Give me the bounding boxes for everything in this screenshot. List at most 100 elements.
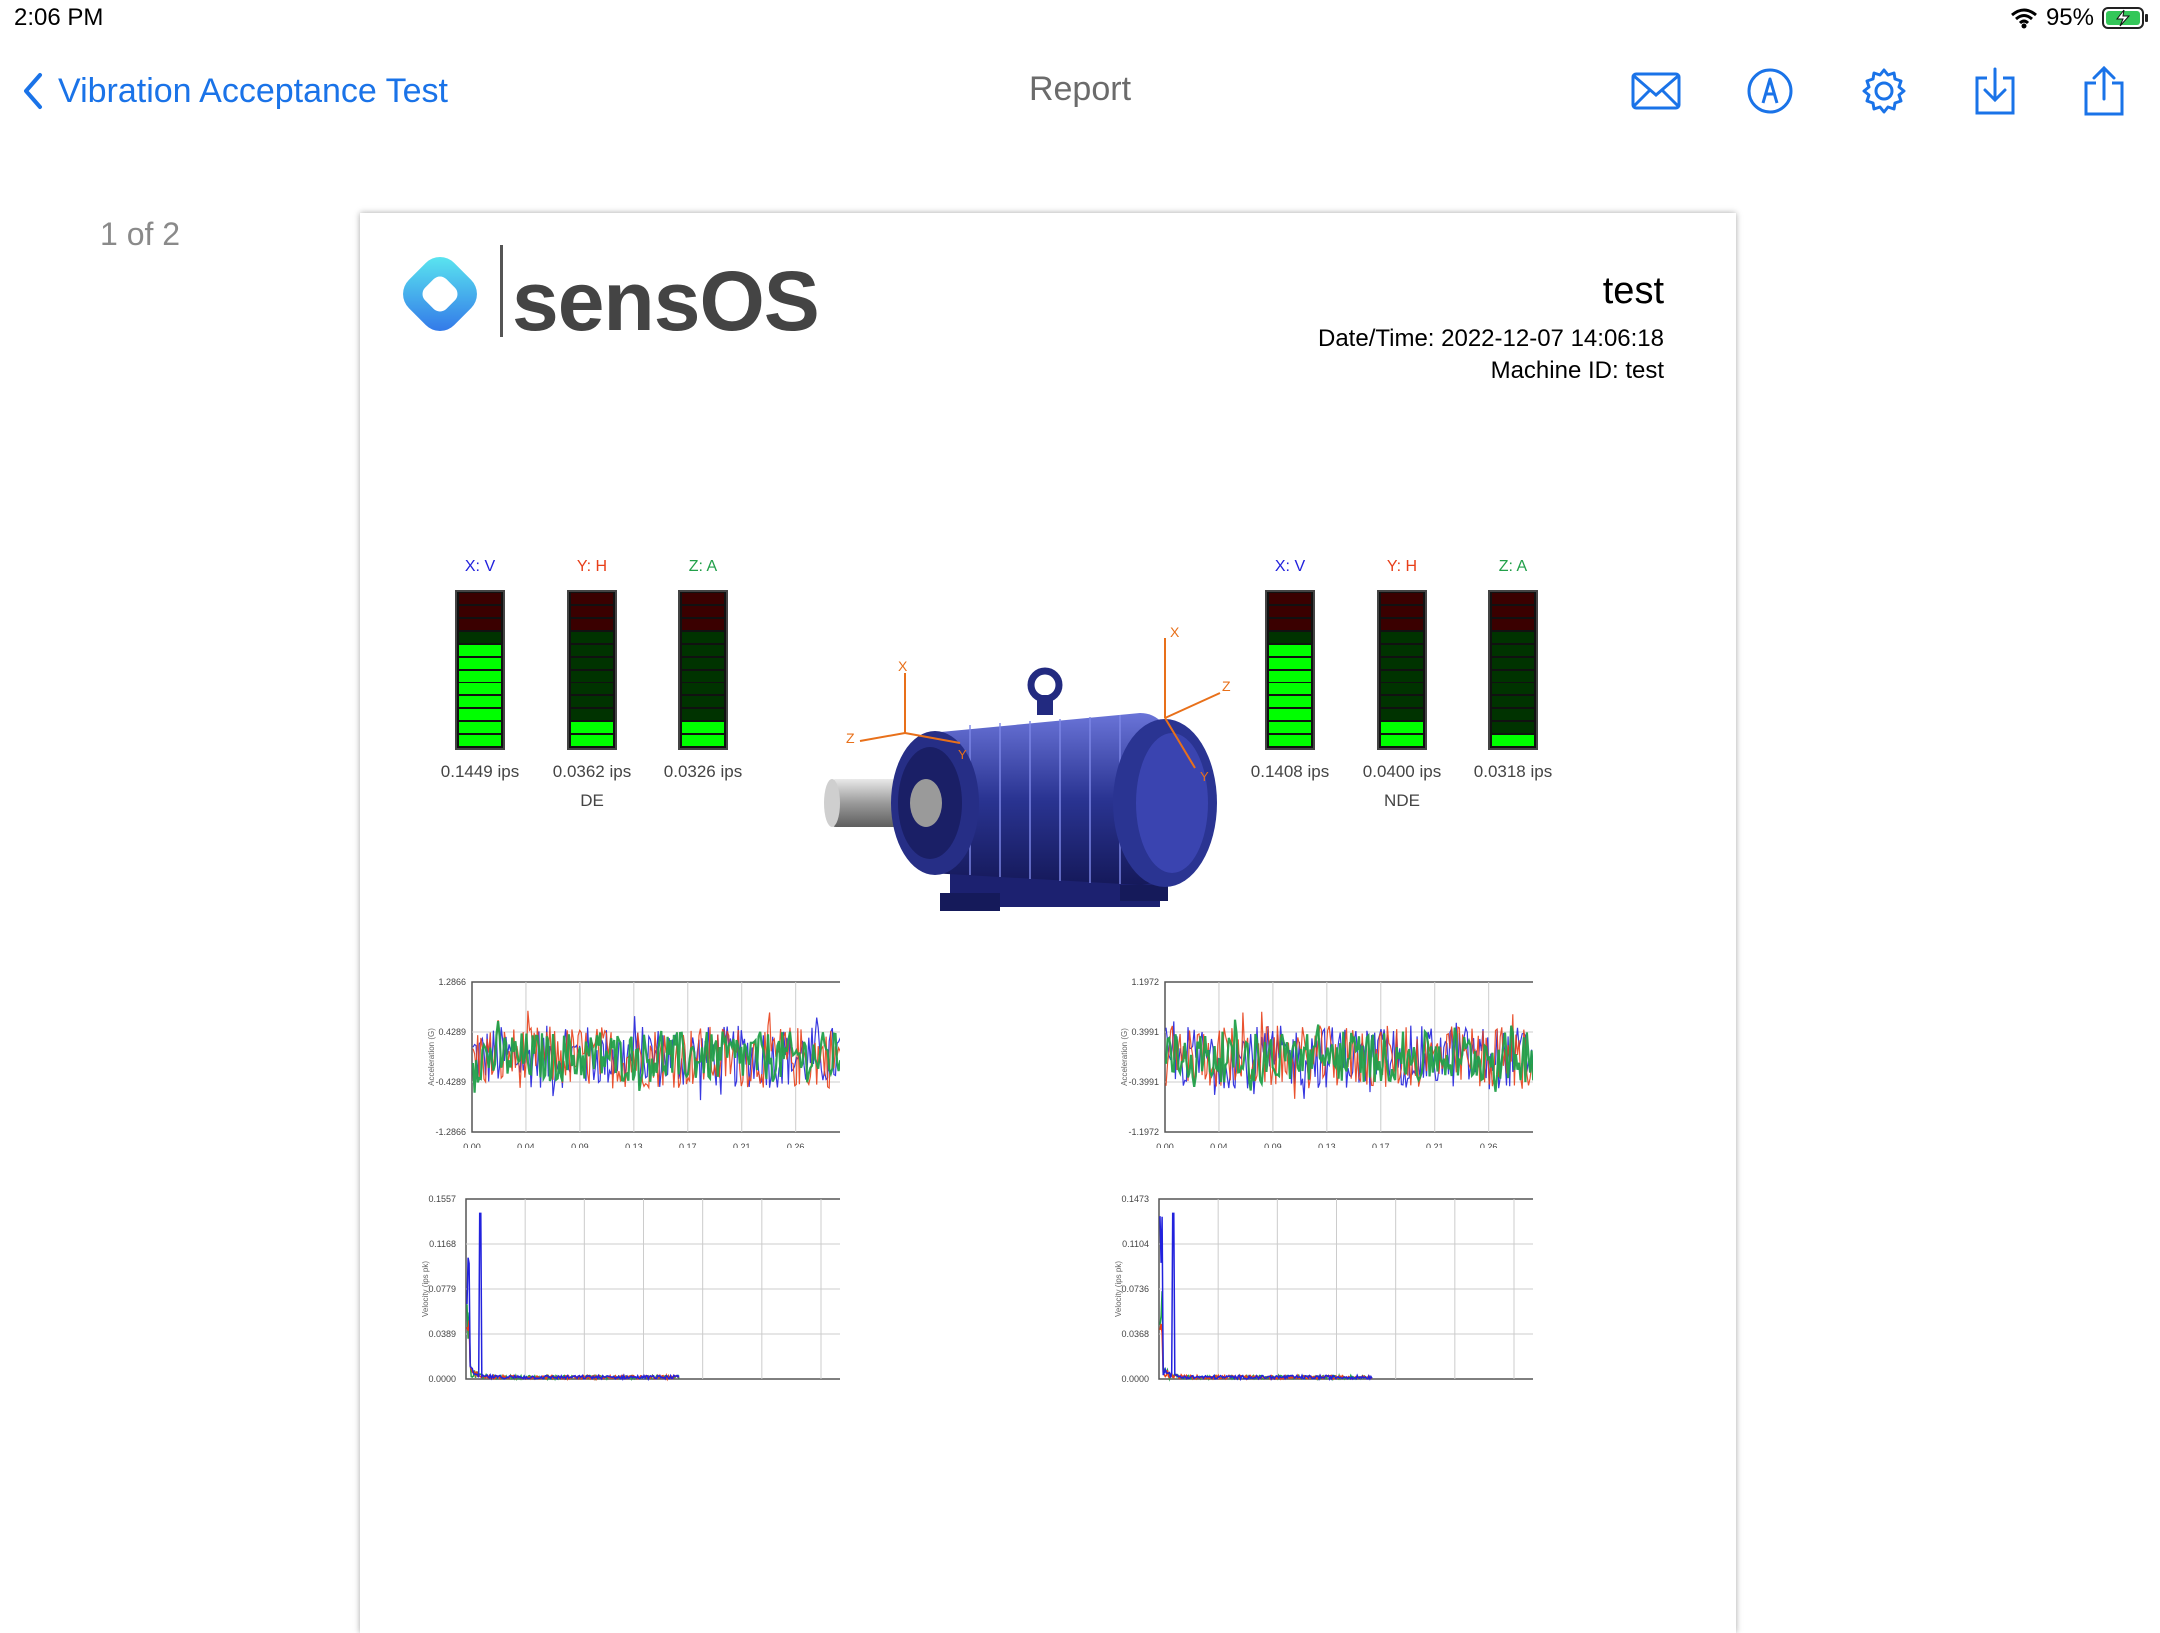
y-tick-label: 0.3991 — [1131, 1027, 1159, 1037]
gear-icon — [1862, 68, 1906, 114]
level-segment — [571, 709, 613, 721]
level-segment — [459, 735, 501, 746]
x-tick-label: 0.04 — [1210, 1142, 1228, 1148]
y-tick-label: 0.1104 — [1122, 1239, 1149, 1249]
mail-button[interactable] — [1627, 62, 1685, 120]
level-segment — [1269, 683, 1311, 695]
download-button[interactable] — [1966, 62, 2024, 120]
y-tick-label: -0.3991 — [1128, 1077, 1159, 1087]
x-tick-label: 0.26 — [787, 1142, 805, 1148]
level-segment — [1269, 709, 1311, 721]
x-tick-label: 0.13 — [625, 1142, 643, 1148]
x-tick-label: 0.21 — [733, 1142, 751, 1148]
y-tick-label: 1.2866 — [438, 977, 466, 987]
x-tick-label: 0.09 — [571, 1142, 589, 1148]
share-button[interactable] — [2075, 62, 2133, 120]
y-axis-label: Acceleration (G) — [427, 1028, 436, 1086]
settings-button[interactable] — [1855, 62, 1913, 120]
level-segment — [1269, 644, 1311, 656]
share-icon — [2084, 65, 2124, 116]
level-segment — [1492, 670, 1534, 682]
level-segment — [682, 696, 724, 708]
level-segment — [1381, 670, 1423, 682]
level-segment — [571, 657, 613, 669]
motor-axis-z-de: Z — [846, 730, 855, 746]
y-tick-label: 0.0779 — [428, 1284, 456, 1294]
y-tick-label: 0.1557 — [428, 1194, 456, 1204]
report-machine-id: Machine ID: test — [1490, 357, 1664, 384]
level-segment — [1381, 644, 1423, 656]
level-segment — [1492, 631, 1534, 643]
de-velocity-spectrum-chart: 0.15570.11680.07790.03890.000087.50265.6… — [421, 1194, 840, 1384]
level-segment — [682, 722, 724, 734]
level-segment — [1381, 696, 1423, 708]
level-segment — [1269, 670, 1311, 682]
level-segment — [459, 606, 501, 617]
de-acceleration-chart: 1.2866 0.4289 -0.4289 -1.2866 0.00 0.04 0.09 0.… — [427, 977, 840, 1148]
axis-label: Z: A — [688, 558, 718, 575]
y-axis-label: Acceleration (G) — [1120, 1028, 1129, 1086]
level-segment — [1381, 606, 1423, 617]
y-tick-label: 0.4289 — [438, 1027, 466, 1037]
level-segment — [1269, 735, 1311, 746]
x-tick-label: 0.13 — [1318, 1142, 1336, 1148]
back-button[interactable]: Vibration Acceptance Test — [22, 66, 448, 116]
status-indicators: 95% — [2010, 4, 2150, 32]
level-segment — [571, 696, 613, 708]
level-segment — [571, 670, 613, 682]
level-segment — [459, 618, 501, 630]
motor-axis-y-de: Y — [958, 747, 967, 762]
level-segment — [1269, 606, 1311, 617]
markup-button[interactable] — [1741, 62, 1799, 120]
level-bar — [455, 590, 505, 750]
level-segment — [459, 593, 501, 605]
y-tick-label: 0.0389 — [428, 1329, 456, 1339]
y-tick-label: 0.1473 — [1121, 1194, 1149, 1204]
level-segment — [459, 709, 501, 721]
x-tick-label: 0.09 — [1264, 1142, 1282, 1148]
y-axis-label: Velocity (ips pk) — [1114, 1261, 1123, 1317]
level-segment — [1269, 631, 1311, 643]
level-segment — [682, 644, 724, 656]
y-tick-label: 0.0000 — [428, 1374, 456, 1384]
axis-label: Y: H — [576, 558, 608, 575]
level-bar — [1265, 590, 1315, 750]
y-tick-label: 0.0000 — [1121, 1374, 1149, 1384]
status-bar: 2:06 PM 95% — [0, 0, 2160, 40]
x-tick-label: 0.00 — [1156, 1142, 1174, 1148]
bar-value: 0.0326 ips — [663, 762, 743, 781]
motor-axis-y-nde: Y — [1200, 769, 1209, 784]
y-tick-label: 0.0368 — [1121, 1329, 1149, 1339]
x-tick-label: 0.26 — [1480, 1142, 1498, 1148]
battery-percent: 95% — [2045, 4, 2094, 31]
level-segment — [571, 683, 613, 695]
x-tick-label: 0.21 — [1426, 1142, 1444, 1148]
group-label: NDE — [1384, 791, 1420, 810]
level-segment — [682, 735, 724, 746]
motor-axis-z-nde: Z — [1222, 678, 1231, 694]
level-segment — [1492, 618, 1534, 630]
mail-icon — [1631, 72, 1681, 110]
level-segment — [682, 593, 724, 605]
level-segment — [1492, 722, 1534, 734]
level-segment — [1381, 735, 1423, 746]
level-segment — [571, 631, 613, 643]
level-segment — [1492, 735, 1534, 746]
y-tick-label: 1.1972 — [1131, 977, 1159, 987]
level-segment — [459, 696, 501, 708]
x-tick-label: 0.17 — [679, 1142, 697, 1148]
level-segment — [459, 683, 501, 695]
motor-axis-x-nde: X — [1170, 624, 1180, 640]
level-segment — [1492, 593, 1534, 605]
level-segment — [1381, 631, 1423, 643]
motor-illustration: X Z Y X Z Y — [824, 624, 1231, 911]
level-bar — [567, 590, 617, 750]
y-tick-label: -0.4289 — [435, 1077, 466, 1087]
level-segment — [459, 644, 501, 656]
back-button-label: Vibration Acceptance Test — [58, 71, 449, 110]
level-segment — [1381, 618, 1423, 630]
sensos-logo-icon — [403, 257, 477, 331]
level-segment — [682, 618, 724, 630]
report-page[interactable]: sensOS test Date/Time: 2022-12-07 14:06:… — [360, 213, 1736, 1633]
level-segment — [571, 722, 613, 734]
